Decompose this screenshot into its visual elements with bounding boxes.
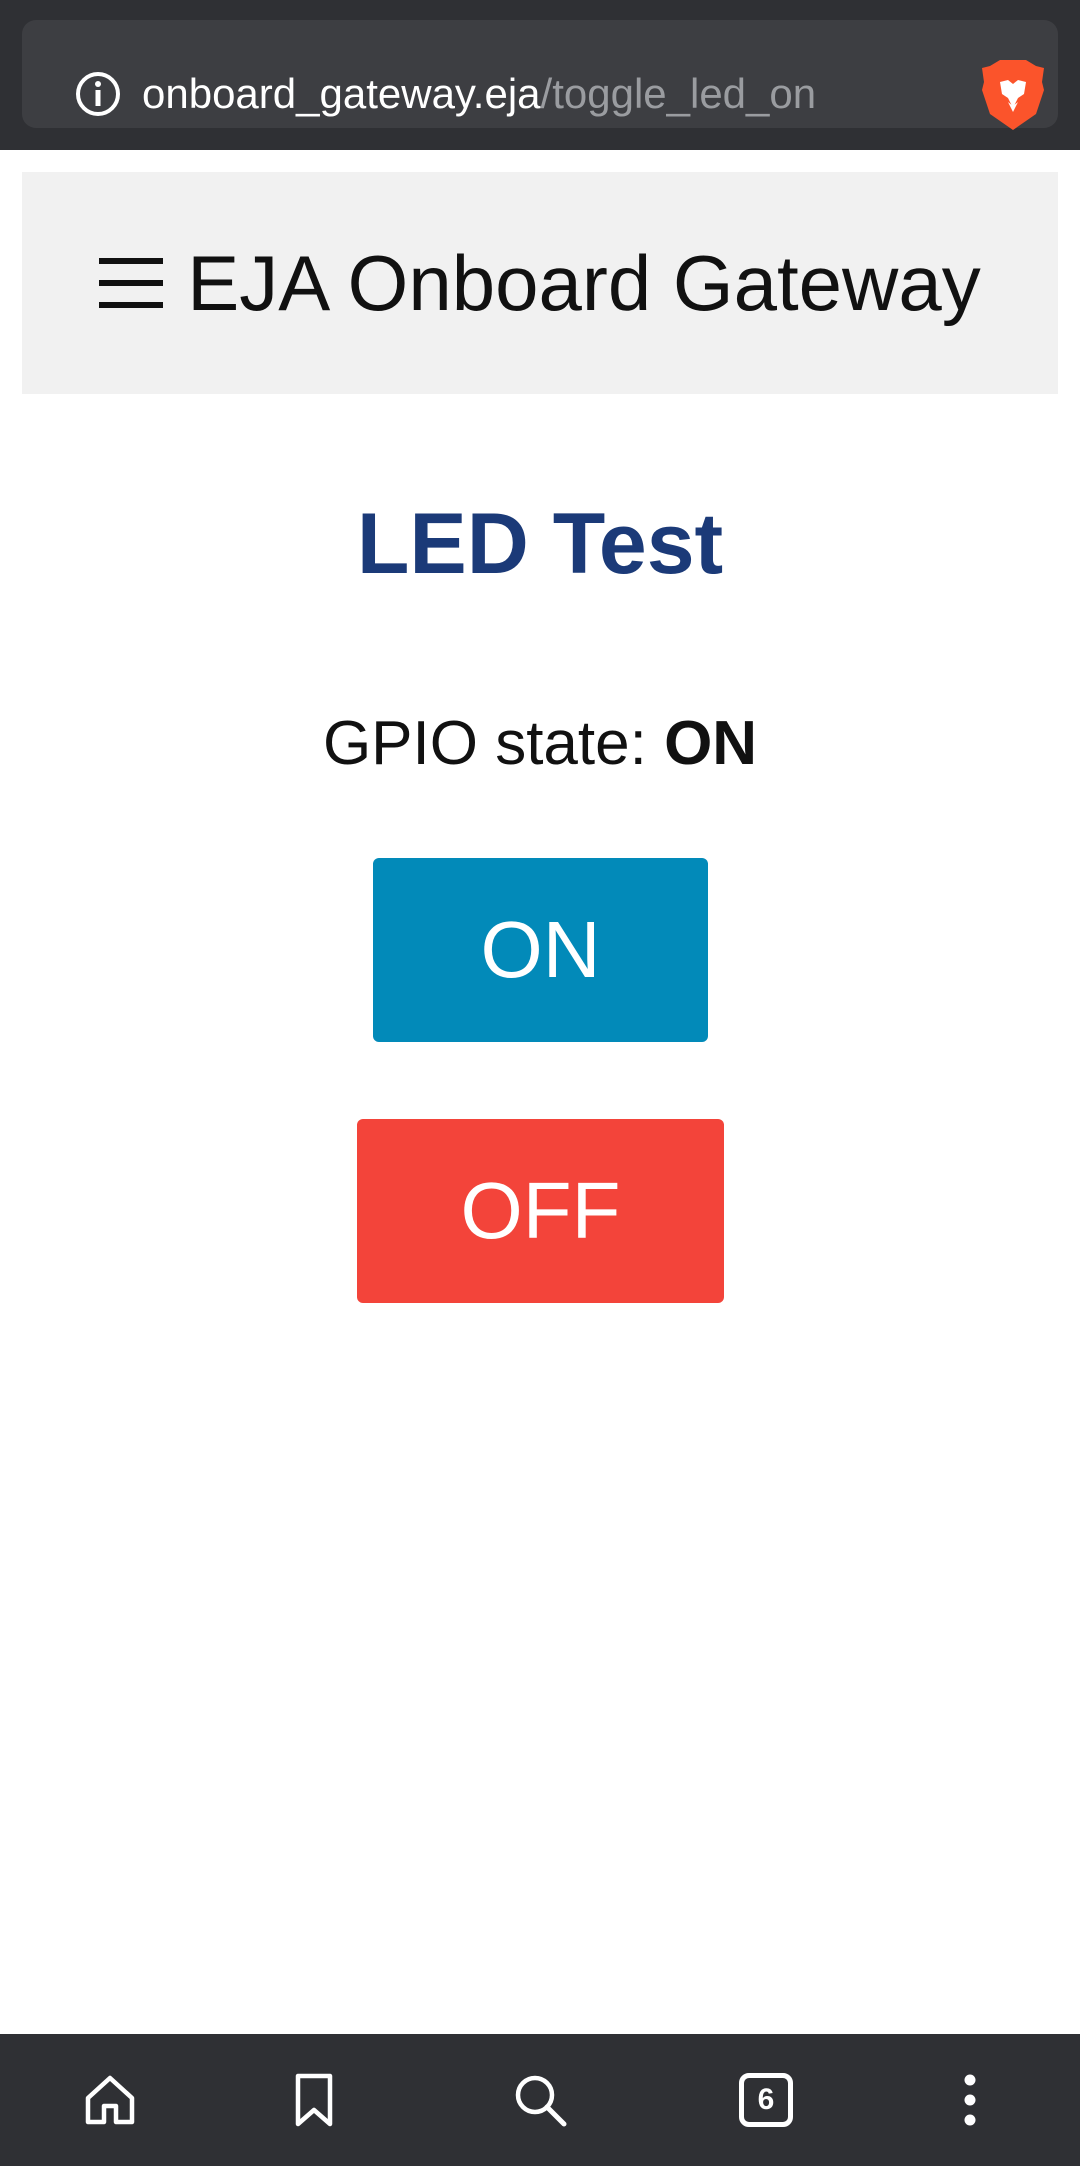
url-path: /toggle_led_on — [540, 70, 817, 117]
gpio-state-value: ON — [664, 709, 758, 778]
url-host: onboard_gateway.eja — [142, 70, 541, 117]
site-header: EJA Onboard Gateway — [22, 172, 1058, 394]
tabs-button[interactable]: 6 — [728, 2062, 804, 2138]
browser-toolbar: onboard_gateway.eja/toggle_led_on — [0, 0, 1080, 150]
more-menu-button[interactable] — [932, 2062, 1008, 2138]
on-button[interactable]: ON — [373, 858, 708, 1042]
url-text[interactable]: onboard_gateway.eja/toggle_led_on — [142, 66, 816, 122]
home-icon — [85, 2075, 135, 2125]
hamburger-menu-icon[interactable] — [99, 254, 164, 312]
search-icon — [515, 2075, 567, 2127]
more-vertical-icon — [964, 2074, 976, 2126]
gpio-state: GPIO state: ON — [0, 708, 1080, 779]
gpio-state-label: GPIO state: — [322, 709, 665, 778]
brave-lion-icon[interactable] — [978, 58, 1048, 132]
browser-bottom-toolbar: 6 — [0, 2034, 1080, 2166]
tabs-icon: 6 — [739, 2073, 793, 2127]
home-button[interactable] — [72, 2062, 148, 2138]
bookmark-button[interactable] — [276, 2062, 352, 2138]
search-button[interactable] — [502, 2062, 578, 2138]
page-title: LED Test — [356, 496, 724, 592]
page-top-strip — [0, 150, 1080, 164]
bookmark-icon — [295, 2073, 333, 2127]
info-icon[interactable] — [74, 70, 122, 118]
address-bar[interactable]: onboard_gateway.eja/toggle_led_on — [22, 20, 1058, 130]
off-button[interactable]: OFF — [357, 1119, 724, 1303]
site-title: EJA Onboard Gateway — [187, 238, 981, 327]
